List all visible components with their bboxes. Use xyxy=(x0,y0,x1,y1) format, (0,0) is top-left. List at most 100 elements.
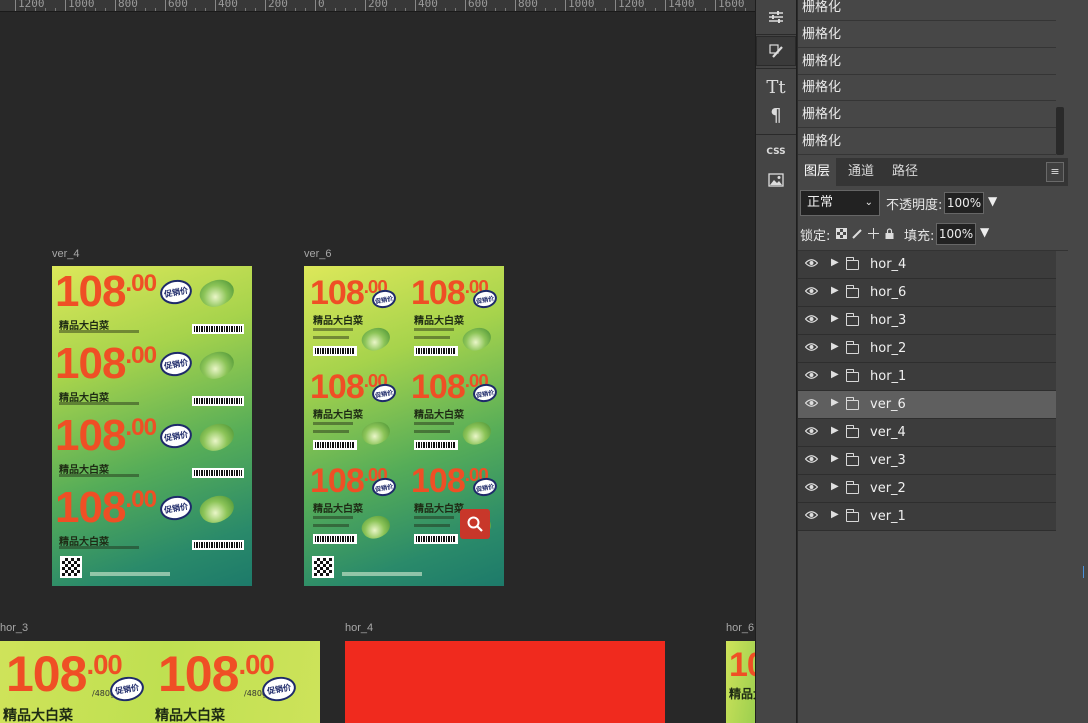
layer-row[interactable]: ▶ hor_2 xyxy=(798,335,1056,363)
lock-transparent-icon[interactable] xyxy=(836,228,847,242)
layer-row[interactable]: ▶ ver_1 xyxy=(798,503,1056,531)
history-item[interactable]: 栅格化 xyxy=(798,129,1056,155)
ruler-minor-tick xyxy=(535,8,536,11)
product-name: 精品大白菜 xyxy=(3,708,73,723)
expand-arrow-icon[interactable]: ▶ xyxy=(831,257,839,268)
expand-arrow-icon[interactable]: ▶ xyxy=(831,425,839,436)
eye-icon[interactable] xyxy=(804,285,819,299)
ruler-minor-tick xyxy=(225,8,226,11)
expand-arrow-icon[interactable]: ▶ xyxy=(831,341,839,352)
lock-move-icon[interactable] xyxy=(868,228,879,242)
folder-icon xyxy=(845,341,859,354)
footer-text xyxy=(90,572,170,576)
opacity-dropdown-icon[interactable]: ▼ xyxy=(988,194,997,208)
artboard-hor4[interactable] xyxy=(345,641,665,723)
cabbage-image xyxy=(195,489,239,529)
expand-arrow-icon[interactable]: ▶ xyxy=(831,313,839,324)
eye-icon[interactable] xyxy=(804,453,819,467)
tool-strip: Tt ¶ CSS xyxy=(755,0,797,723)
tab-layers[interactable]: 图层 xyxy=(798,158,837,186)
expand-arrow-icon[interactable]: ▶ xyxy=(831,453,839,464)
price-decimal: .00 xyxy=(238,649,274,680)
spec-text xyxy=(313,430,349,433)
panel-menu-button[interactable]: ≡ xyxy=(1046,162,1064,182)
ruler-minor-tick xyxy=(345,8,346,11)
artboard-hor6[interactable]: 10 精品大白 xyxy=(726,641,755,723)
promo-badge: 促销价 xyxy=(158,421,194,451)
layer-row[interactable]: ▶ hor_4 xyxy=(798,251,1056,279)
ruler-minor-tick xyxy=(355,8,356,11)
layer-row[interactable]: ▶ hor_3 xyxy=(798,307,1056,335)
fill-input[interactable]: 100% xyxy=(936,223,976,245)
eye-icon[interactable] xyxy=(804,257,819,271)
artboard-label-hor6: hor_6 xyxy=(726,622,755,634)
eye-icon[interactable] xyxy=(804,369,819,383)
history-item[interactable]: 栅格化 xyxy=(798,0,1056,21)
history-item[interactable]: 栅格化 xyxy=(798,102,1056,129)
expand-arrow-icon[interactable]: ▶ xyxy=(831,481,839,492)
ruler-minor-tick xyxy=(335,8,336,11)
history-item[interactable]: 栅格化 xyxy=(798,22,1056,48)
lock-brush-icon[interactable] xyxy=(852,228,863,242)
layer-row[interactable]: ▶ hor_6 xyxy=(798,279,1056,307)
layer-name: ver_6 xyxy=(870,397,906,412)
expand-arrow-icon[interactable]: ▶ xyxy=(831,369,839,380)
layer-name: ver_2 xyxy=(870,481,906,496)
expand-arrow-icon[interactable]: ▶ xyxy=(831,509,839,520)
layer-row[interactable]: ▶ ver_4 xyxy=(798,419,1056,447)
ruler-minor-tick xyxy=(595,8,596,11)
history-item[interactable]: 栅格化 xyxy=(798,75,1056,102)
brush-icon[interactable] xyxy=(756,36,796,66)
layer-row[interactable]: ▶ ver_6 xyxy=(798,391,1056,419)
product-name: 精品大白 xyxy=(729,687,755,701)
qr-code xyxy=(60,556,82,578)
image-icon[interactable] xyxy=(756,165,796,195)
spec-text xyxy=(313,422,353,425)
opacity-input[interactable]: 100% xyxy=(944,192,984,214)
eye-icon[interactable] xyxy=(804,341,819,355)
sliders-icon[interactable] xyxy=(756,2,796,32)
horizontal-ruler: 1200 1000 800 600 400 200 0 200 400 600 800 1000 120… xyxy=(0,0,755,12)
ruler-minor-tick xyxy=(195,8,196,11)
history-scrollbar[interactable] xyxy=(1056,107,1064,155)
ruler-minor-tick xyxy=(235,8,236,11)
opacity-label: 不透明度: xyxy=(886,198,943,213)
magnifier-icon xyxy=(467,516,483,532)
layer-name: hor_6 xyxy=(870,285,907,300)
eye-icon[interactable] xyxy=(804,509,819,523)
fill-dropdown-icon[interactable]: ▼ xyxy=(980,225,989,239)
css-icon[interactable]: CSS xyxy=(756,137,796,167)
layer-row[interactable]: ▶ ver_2 xyxy=(798,475,1056,503)
spec-text xyxy=(59,402,139,405)
history-item[interactable]: 栅格化 xyxy=(798,49,1056,75)
product-name: 精品大白菜 xyxy=(313,504,363,515)
tab-paths[interactable]: 路径 xyxy=(886,158,924,186)
artboard-ver4[interactable]: 108.00 精品大白菜 促销价 108.00 精品大白菜 促销价 108.00 精品大白菜促… xyxy=(52,266,252,586)
layer-row[interactable]: ▶ hor_1 xyxy=(798,363,1056,391)
blend-mode-value: 正常 xyxy=(807,195,834,210)
ruler-tick xyxy=(65,0,66,11)
expand-arrow-icon[interactable]: ▶ xyxy=(831,397,839,408)
artboard-hor3[interactable]: 108.00/480g 促销价 精品大白菜 108.00/480g 促销价 精品大白菜 xyxy=(0,641,320,723)
ruler-minor-tick xyxy=(555,8,556,11)
cabbage-image xyxy=(459,322,495,356)
eye-icon[interactable] xyxy=(804,481,819,495)
expand-arrow-icon[interactable]: ▶ xyxy=(831,285,839,296)
layer-row[interactable]: ▶ ver_3 xyxy=(798,447,1056,475)
canvas-area[interactable]: 1200 1000 800 600 400 200 0 200 400 600 800 1000 120… xyxy=(0,0,755,723)
eye-icon[interactable] xyxy=(804,397,819,411)
ruler-minor-tick xyxy=(295,8,296,11)
blend-mode-select[interactable]: 正常 ⌄ xyxy=(800,190,880,216)
ruler-label: 1000 xyxy=(568,0,595,10)
zoom-search-button[interactable] xyxy=(460,509,490,539)
paragraph-icon[interactable]: ¶ xyxy=(756,100,796,130)
ruler-minor-tick xyxy=(95,8,96,11)
tab-channels[interactable]: 通道 xyxy=(842,158,880,186)
eye-icon[interactable] xyxy=(804,313,819,327)
spec-text xyxy=(414,422,454,425)
price-text: 108.00 xyxy=(55,411,157,460)
lock-all-icon[interactable] xyxy=(884,228,895,242)
text-icon[interactable]: Tt xyxy=(756,72,796,102)
eye-icon[interactable] xyxy=(804,425,819,439)
ruler-minor-tick xyxy=(705,8,706,11)
